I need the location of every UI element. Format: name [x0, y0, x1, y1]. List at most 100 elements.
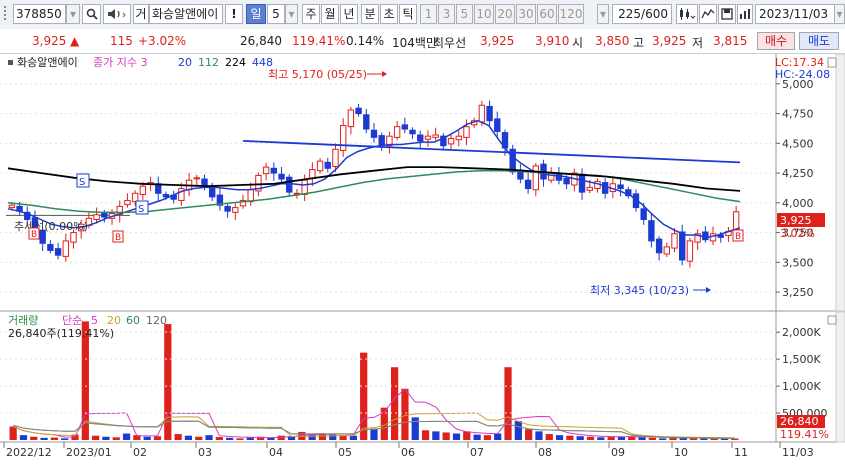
- ma20-legend[interactable]: 20: [178, 56, 192, 69]
- search-button[interactable]: [82, 4, 101, 24]
- volume-bar: [143, 436, 151, 440]
- period-month-label: 월: [324, 7, 336, 21]
- stock-name-field[interactable]: 화승알앤에이: [149, 4, 223, 24]
- period-day-button[interactable]: 일: [246, 4, 266, 24]
- ma-legend-label[interactable]: 종가 지수 3: [93, 56, 147, 69]
- indicator-button[interactable]: [699, 4, 717, 24]
- period-day-label: 일: [250, 7, 262, 21]
- volume-ma-legend[interactable]: 단순: [62, 314, 82, 327]
- alert-button[interactable]: !: [225, 4, 243, 24]
- interval-1-button[interactable]: 1: [420, 4, 437, 24]
- volume-bar: [236, 438, 244, 440]
- trend-line-label[interactable]: 추세선(0.00%): [14, 220, 88, 233]
- volume-bar: [555, 435, 564, 440]
- interval-3-button[interactable]: 3: [438, 4, 455, 24]
- date-field[interactable]: 2023/11/03: [755, 4, 835, 24]
- volume-bar: [215, 437, 223, 440]
- settings-button[interactable]: [737, 4, 753, 24]
- volume-scrollbar[interactable]: [835, 311, 845, 443]
- geo-button[interactable]: 거: [133, 4, 149, 24]
- chevron-down-icon: ▾: [288, 7, 295, 21]
- period-month-button[interactable]: 월: [321, 4, 339, 24]
- time-tick-label: 06: [401, 446, 415, 459]
- volume-ma60-legend[interactable]: 60: [126, 314, 140, 327]
- time-tick-label: 11: [734, 446, 748, 459]
- price-tick-label: 4,500: [782, 137, 814, 150]
- interval-label: 30: [518, 7, 534, 21]
- bar-count-value: 225: [618, 7, 642, 21]
- volume-legend[interactable]: 거래량: [8, 314, 38, 327]
- interval-5-button[interactable]: 5: [456, 4, 473, 24]
- volume-ma20-legend[interactable]: 20: [107, 314, 121, 327]
- sell-signal-label: S: [138, 204, 144, 215]
- candle-body: [347, 109, 355, 128]
- period-week-label: 주: [305, 7, 317, 21]
- volume-value: 26,840: [240, 34, 282, 48]
- interval-dropdown-button[interactable]: ▾: [597, 4, 609, 24]
- volume-bar: [226, 437, 234, 440]
- candle-body: [124, 199, 131, 206]
- period-week-button[interactable]: 주: [302, 4, 320, 24]
- interval-60-button[interactable]: 60: [537, 4, 557, 24]
- price-scrollbar[interactable]: [835, 54, 845, 312]
- volume-bar: [659, 438, 667, 440]
- buy-signal-label: B: [115, 233, 121, 243]
- volume-ma5-legend[interactable]: 5: [91, 314, 98, 327]
- chart-type-button[interactable]: [676, 4, 698, 24]
- bar-count-field[interactable]: 225/600: [612, 4, 672, 24]
- buy-signal-marker[interactable]: B: [28, 227, 40, 240]
- stock-code-field[interactable]: 378850: [13, 4, 66, 24]
- volume-bar: [411, 417, 419, 440]
- volume-ma120-legend[interactable]: 120: [146, 314, 167, 327]
- period-value-field[interactable]: 5: [267, 4, 285, 24]
- interval-10-button[interactable]: 10: [474, 4, 494, 24]
- candle-body: [671, 233, 678, 249]
- candle-body: [401, 124, 409, 130]
- date-dropdown-button[interactable]: ▾: [834, 4, 845, 24]
- interval-20-button[interactable]: 20: [495, 4, 515, 24]
- buy-button[interactable]: 매수: [757, 32, 795, 50]
- volume-bar: [205, 435, 213, 440]
- candle-body: [617, 184, 624, 190]
- hc-label: HC:-24.08: [775, 68, 830, 81]
- speaker-button[interactable]: [103, 4, 131, 24]
- sell-button[interactable]: 매도: [799, 32, 839, 50]
- sell-signal-marker[interactable]: S: [135, 200, 149, 215]
- candle-body: [378, 135, 385, 146]
- speaker-icon: [108, 9, 126, 19]
- high-label: 고: [633, 36, 645, 50]
- volume-bar: [566, 435, 574, 440]
- volume-bar: [153, 436, 162, 440]
- volume-scroll-thumb[interactable]: [827, 315, 837, 325]
- volume-bar: [184, 435, 193, 440]
- buy-signal-marker[interactable]: B: [112, 230, 124, 243]
- stock-legend[interactable]: 화승알앤에이: [17, 55, 78, 69]
- interval-120-button[interactable]: 120: [558, 4, 584, 24]
- period-second-button[interactable]: 초: [380, 4, 398, 24]
- price-scroll-thumb[interactable]: [827, 57, 837, 68]
- period-dropdown-button[interactable]: ▾: [285, 4, 298, 24]
- period-year-button[interactable]: 년: [340, 4, 358, 24]
- price-tick-label: 3,500: [782, 256, 814, 269]
- time-tick-label: 2022/12: [6, 446, 52, 459]
- volume-bar: [586, 436, 595, 440]
- save-button[interactable]: [718, 4, 736, 24]
- stock-code-input[interactable]: [4, 4, 12, 24]
- candle-body: [8, 204, 16, 209]
- ma112-legend[interactable]: 112: [198, 56, 219, 69]
- sell-signal-marker[interactable]: S: [76, 173, 90, 188]
- candle-body: [131, 192, 139, 203]
- volume-bar: [112, 437, 120, 440]
- stock-chart[interactable]: 5,0004,7504,5004,2504,0003,7503,5003,250…: [0, 54, 845, 464]
- candle-body: [709, 233, 717, 242]
- code-dropdown-button[interactable]: ▾: [66, 4, 80, 24]
- interval-30-button[interactable]: 30: [516, 4, 536, 24]
- buy-signal-marker[interactable]: B: [732, 229, 744, 242]
- candle-body: [486, 105, 493, 122]
- sell-label: 매도: [807, 34, 831, 48]
- period-tick-button[interactable]: 틱: [399, 4, 417, 24]
- period-minute-button[interactable]: 분: [361, 4, 379, 24]
- time-tick-label: 2023/01: [66, 446, 112, 459]
- volume-bar: [597, 437, 605, 440]
- ma224-legend[interactable]: 224: [225, 56, 246, 69]
